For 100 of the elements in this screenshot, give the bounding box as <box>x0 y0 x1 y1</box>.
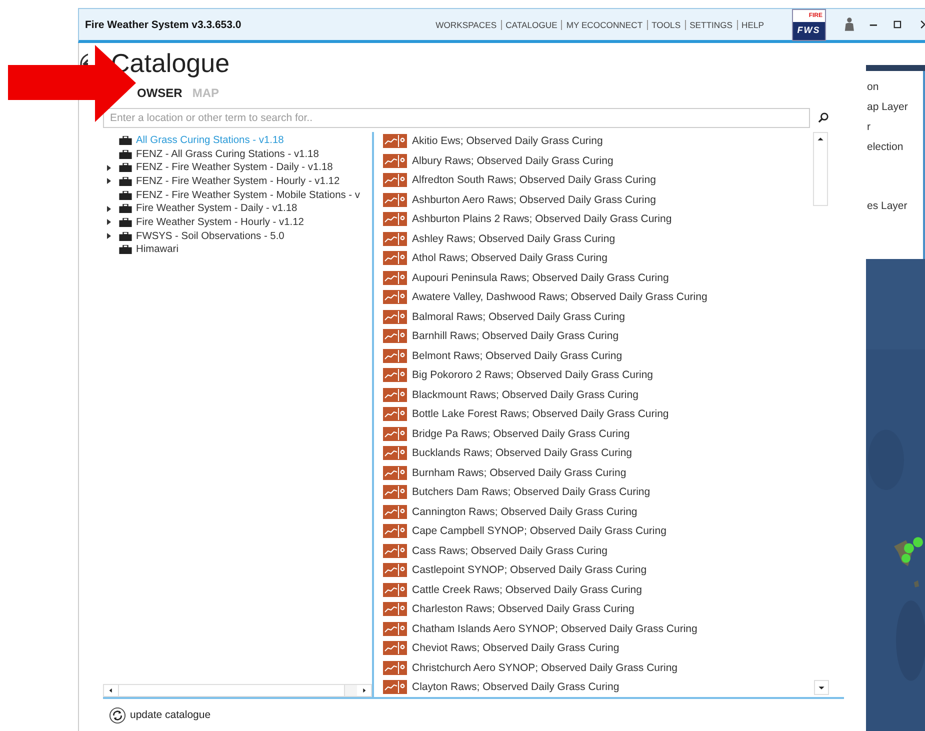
briefcase-icon <box>119 136 132 145</box>
expand-caret-icon[interactable] <box>107 206 111 212</box>
layer-item[interactable]: Cape Campbell SYNOP; Observed Daily Grass Curing <box>412 525 666 538</box>
layer-item[interactable]: Bridge Pa Raws; Observed Daily Grass Curing <box>412 428 630 440</box>
search-field[interactable]: Enter a location or other term to search for.. <box>103 108 810 128</box>
chart-layer-icon <box>383 407 407 422</box>
panel-item[interactable]: es Layer <box>866 196 923 216</box>
chart-layer-icon <box>383 680 407 694</box>
tree-item[interactable]: FENZ - Fire Weather System - Daily - v1.18 <box>136 162 333 174</box>
chart-layer-icon <box>383 232 407 246</box>
scrollbar-thumb[interactable] <box>118 685 345 696</box>
page-title: Catalogue <box>111 48 230 79</box>
layer-item[interactable]: Bucklands Raws; Observed Daily Grass Curing <box>412 447 632 460</box>
chart-layer-icon <box>383 426 407 441</box>
scroll-right-icon[interactable] <box>357 685 371 696</box>
layer-item[interactable]: Akitio Ews; Observed Daily Grass Curing <box>412 135 603 148</box>
scroll-left-icon[interactable] <box>104 685 118 696</box>
window-title: Fire Weather System v3.3.653.0 <box>85 18 242 30</box>
briefcase-icon <box>119 150 132 159</box>
chart-layer-icon <box>383 641 407 656</box>
vertical-scrollbar[interactable] <box>813 132 828 697</box>
layer-item[interactable]: Burnham Raws; Observed Daily Grass Curing <box>412 466 626 479</box>
chart-layer-icon <box>383 154 407 168</box>
user-icon[interactable] <box>844 17 854 32</box>
tree-item[interactable]: Fire Weather System - Daily - v1.18 <box>136 203 298 214</box>
expand-caret-icon[interactable] <box>107 233 111 240</box>
chart-layer-icon <box>383 622 407 636</box>
layer-item[interactable]: Cheviot Raws; Observed Daily Grass Curing <box>412 642 620 654</box>
layer-item[interactable]: Butchers Dam Raws; Observed Daily Grass Curing <box>412 486 650 498</box>
chart-layer-icon <box>383 251 407 266</box>
layer-item[interactable]: Christchurch Aero SYNOP; Observed Daily Grass Curing <box>412 662 678 674</box>
layer-item[interactable]: Belmont Raws; Observed Daily Grass Curing <box>412 350 622 362</box>
panel-item[interactable]: on <box>866 77 923 97</box>
tree-item[interactable]: FENZ - Fire Weather System - Mobile Stations - v <box>136 190 360 201</box>
layer-item[interactable]: Cass Raws; Observed Daily Grass Curing <box>412 544 608 557</box>
search-icon[interactable] <box>818 112 829 124</box>
briefcase-icon <box>119 163 132 172</box>
back-icon[interactable] <box>80 53 88 65</box>
layer-item[interactable]: Athol Raws; Observed Daily Grass Curing <box>412 252 608 264</box>
panel-item[interactable]: ap Layer <box>866 97 923 117</box>
briefcase-icon <box>119 204 132 214</box>
chart-layer-icon <box>383 660 407 675</box>
expand-caret-icon[interactable] <box>107 178 111 184</box>
expand-caret-icon[interactable] <box>107 219 111 226</box>
update-catalogue-button[interactable]: update catalogue <box>103 706 211 724</box>
menu-link[interactable]: CATALOGUE <box>500 20 562 30</box>
layer-item[interactable]: Big Pokororo 2 Raws; Observed Daily Grass Curing <box>412 369 654 382</box>
tree-item[interactable]: Himawari <box>136 244 178 256</box>
chart-layer-icon <box>383 388 407 402</box>
briefcase-icon <box>119 176 132 186</box>
panel-item[interactable]: election <box>866 137 923 157</box>
chart-layer-icon <box>383 368 407 382</box>
chart-layer-icon <box>383 348 407 363</box>
layer-item[interactable]: Chatham Islands Aero SYNOP; Observed Daily Grass Curing <box>412 622 698 635</box>
layer-item[interactable]: Bottle Lake Forest Raws; Observed Daily Grass Curing <box>412 408 669 420</box>
panel-item[interactable]: r <box>866 117 923 137</box>
layer-item[interactable]: Barnhill Raws; Observed Daily Grass Curing <box>412 330 619 342</box>
layer-item[interactable]: Ashley Raws; Observed Daily Grass Curing <box>412 232 616 245</box>
menu-link[interactable]: MY ECOCONNECT <box>561 20 647 30</box>
layer-item[interactable]: Awatere Valley, Dashwood Raws; Observed Daily Grass Curing <box>412 291 708 304</box>
tree-item[interactable]: FWSYS - Soil Observations - 5.0 <box>136 230 284 242</box>
tree-item[interactable]: FENZ - Fire Weather System - Hourly - v1.12 <box>136 176 340 187</box>
briefcase-icon <box>119 190 132 200</box>
layer-item[interactable]: Alfredton South Raws; Observed Daily Grass Curing <box>412 174 656 186</box>
tree-item[interactable]: FENZ - All Grass Curing Stations - v1.18 <box>136 148 319 160</box>
menu-link[interactable]: HELP <box>736 20 768 30</box>
menu-link[interactable]: WORKSPACES <box>432 20 501 30</box>
chart-layer-icon <box>383 192 407 207</box>
chart-layer-icon <box>383 544 407 558</box>
chart-layer-icon <box>383 290 407 304</box>
expand-caret-icon[interactable] <box>107 164 111 171</box>
layer-item[interactable]: Cannington Raws; Observed Daily Grass Curing <box>412 506 638 518</box>
menu-link[interactable]: TOOLS <box>646 20 685 30</box>
chart-layer-icon <box>383 485 407 500</box>
maximize-icon[interactable] <box>893 20 902 29</box>
chart-layer-icon <box>383 270 407 285</box>
tab[interactable]: OWSER <box>137 86 182 100</box>
layer-item[interactable]: Ashburton Plains 2 Raws; Observed Daily Grass Curing <box>412 213 672 226</box>
chart-layer-icon <box>383 212 407 226</box>
close-icon[interactable] <box>920 20 925 29</box>
layer-item[interactable]: Albury Raws; Observed Daily Grass Curing <box>412 154 614 167</box>
chart-layer-icon <box>383 602 407 616</box>
chart-layer-icon <box>383 173 407 188</box>
layer-item[interactable]: Balmoral Raws; Observed Daily Grass Curing <box>412 310 625 323</box>
horizontal-scrollbar[interactable] <box>103 684 372 697</box>
scrollbar-thumb[interactable] <box>813 132 828 206</box>
layer-item[interactable]: Clayton Raws; Observed Daily Grass Curing <box>412 681 620 694</box>
layer-item[interactable]: Charleston Raws; Observed Daily Grass Curing <box>412 603 634 616</box>
chart-layer-icon <box>383 466 407 480</box>
layer-item[interactable]: Cattle Creek Raws; Observed Daily Grass Curing <box>412 584 642 596</box>
menu-link[interactable]: SETTINGS <box>684 20 737 30</box>
layer-item[interactable]: Castlepoint SYNOP; Observed Daily Grass Curing <box>412 564 647 576</box>
scroll-down-icon[interactable] <box>814 680 829 695</box>
layer-item[interactable]: Blackmount Raws; Observed Daily Grass Curing <box>412 388 638 401</box>
chart-layer-icon <box>383 446 407 460</box>
tree-item[interactable]: Fire Weather System - Hourly - v1.12 <box>136 216 304 228</box>
logo-bottom-text: FWS <box>793 22 825 40</box>
layer-item[interactable]: Ashburton Aero Raws; Observed Daily Grass Curing <box>412 194 656 206</box>
chart-layer-icon <box>383 582 407 597</box>
layer-item[interactable]: Aupouri Peninsula Raws; Observed Daily Grass Curing <box>412 272 669 284</box>
